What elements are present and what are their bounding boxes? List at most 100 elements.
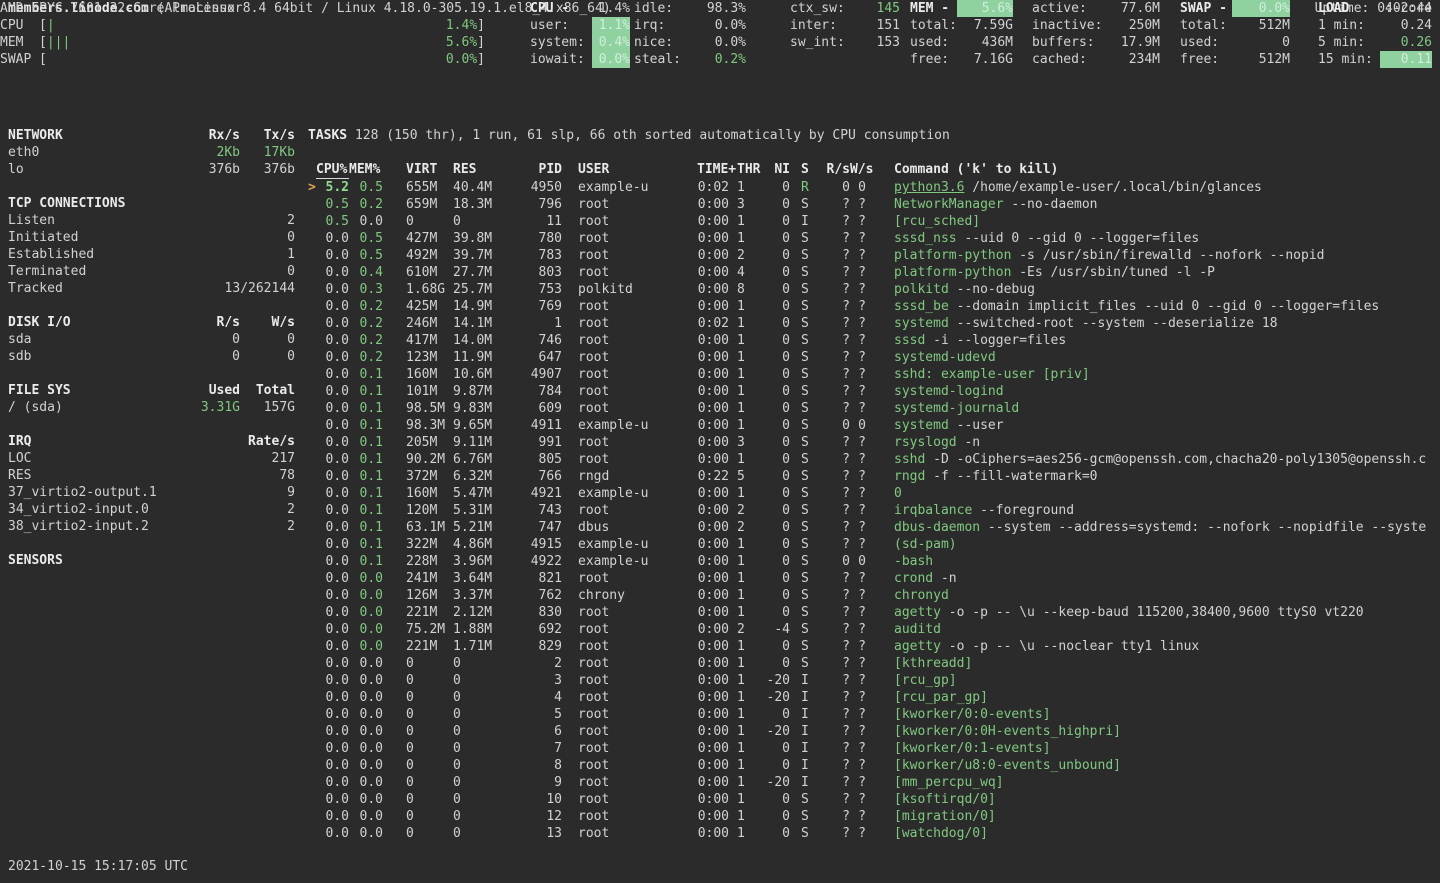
sidebar-row: RES78 — [8, 467, 295, 484]
process-row[interactable]: 0.00.0003root0:001-20I??[rcu_gp] — [308, 672, 1440, 689]
process-row[interactable]: 0.00.5427M39.8M780root0:0010S??sssd_nss … — [308, 230, 1440, 247]
cpu-cell: 0.0 — [316, 689, 349, 706]
state-cell: S — [790, 587, 812, 604]
state-cell: S — [790, 570, 812, 587]
pid-cell: 5 — [500, 706, 562, 723]
mem-cell: 0.5 — [349, 230, 383, 247]
command-name: systemd-journald — [894, 401, 1019, 416]
process-row[interactable]: 0.00.2417M14.0M746root0:0010S??sssd -i -… — [308, 332, 1440, 349]
process-row[interactable]: 0.00.0002root0:0010S??[kthreadd] — [308, 655, 1440, 672]
stat-label: inactive: — [1032, 17, 1106, 34]
process-row[interactable]: 0.00.1228M3.96M4922example-u0:0010S00-ba… — [308, 553, 1440, 570]
process-row[interactable]: 0.50.00011root0:0010I??[rcu_sched] — [308, 213, 1440, 230]
res-cell: 11.9M — [453, 349, 500, 366]
gauge-cpu: CPU[|1.4%] — [0, 17, 485, 34]
nice-cell: 0 — [766, 196, 790, 213]
pid-cell: 13 — [500, 825, 562, 842]
process-row[interactable]: 0.00.1101M9.87M784root0:0010S??systemd-l… — [308, 383, 1440, 400]
virt-cell: 63.1M — [383, 519, 453, 536]
write-cell: ? — [850, 400, 866, 417]
swap-stats-panel: SWAP -0.0%total:512Mused:0free:512M — [1180, 0, 1290, 68]
process-row[interactable]: 0.00.31.68G25.7M753polkitd0:0080S??polki… — [308, 281, 1440, 298]
process-row[interactable]: 0.00.198.3M9.65M4911example-u0:0010S00sy… — [308, 417, 1440, 434]
pid-cell: 766 — [500, 468, 562, 485]
time-cell: 0:00 — [697, 451, 729, 468]
write-cell: ? — [850, 587, 866, 604]
stat-label: system: — [530, 34, 592, 51]
user-cell: root — [562, 400, 697, 417]
write-cell: ? — [850, 604, 866, 621]
process-row[interactable]: 0.00.2246M14.1M1root0:0210S??systemd --s… — [308, 315, 1440, 332]
process-row[interactable]: 0.00.0006root0:001-20I??[kworker/0:0H-ev… — [308, 723, 1440, 740]
cpu-cell: 0.0 — [316, 757, 349, 774]
process-row[interactable]: 0.00.0221M2.12M830root0:0010S??agetty -o… — [308, 604, 1440, 621]
process-row[interactable]: 0.00.1372M6.32M766rngd0:2250S??rngd -f -… — [308, 468, 1440, 485]
selection-cursor — [308, 468, 316, 485]
selection-cursor — [308, 621, 316, 638]
process-row[interactable]: 0.00.00012root0:0010S??[migration/0] — [308, 808, 1440, 825]
process-row[interactable]: 0.00.1160M5.47M4921example-u0:0010S??0 — [308, 485, 1440, 502]
process-row[interactable]: 0.00.0126M3.37M762chrony0:0010S??chronyd — [308, 587, 1440, 604]
process-row[interactable]: 0.00.4610M27.7M803root0:0040S??platform-… — [308, 264, 1440, 281]
sidebar-value1: 3.31G — [168, 399, 240, 416]
process-row[interactable]: 0.00.5492M39.7M783root0:0020S??platform-… — [308, 247, 1440, 264]
process-row[interactable]: 0.00.0004root0:001-20I??[rcu_par_gp] — [308, 689, 1440, 706]
thr-cell: 1 — [729, 689, 766, 706]
process-row[interactable]: 0.00.075.2M1.88M692root0:002-4S??auditd — [308, 621, 1440, 638]
write-cell: ? — [850, 638, 866, 655]
process-row[interactable]: 0.00.0007root0:0010I??[kworker/0:1-event… — [308, 740, 1440, 757]
sidebar-item-name: 37_virtio2-output.1 — [8, 484, 168, 501]
process-row[interactable]: 0.00.1322M4.86M4915example-u0:0010S??(sd… — [308, 536, 1440, 553]
process-row[interactable]: 0.00.0009root0:001-20I??[mm_percpu_wq] — [308, 774, 1440, 791]
process-row[interactable]: >5.20.5655M40.4M4950example-u0:0210R00py… — [308, 179, 1440, 196]
process-row[interactable]: 0.00.0241M3.64M821root0:0010S??crond -n — [308, 570, 1440, 587]
process-row[interactable]: 0.00.1205M9.11M991root0:0030S??rsyslogd … — [308, 434, 1440, 451]
command-name: agetty — [894, 605, 941, 620]
pid-cell: 762 — [500, 587, 562, 604]
col-ni: NI — [766, 161, 790, 179]
selection-cursor — [308, 604, 316, 621]
sidebar-item-name: RES — [8, 467, 168, 484]
virt-cell: 0 — [383, 213, 453, 230]
process-row[interactable]: 0.00.2123M11.9M647root0:0010S??systemd-u… — [308, 349, 1440, 366]
res-cell: 18.3M — [453, 196, 500, 213]
command-name: [kworker/0:1-events] — [894, 741, 1051, 756]
stat-label: LOAD — [1318, 0, 1380, 17]
stat-value: 0.0% — [696, 34, 746, 51]
process-row[interactable]: 0.50.2659M18.3M796root0:0030S??NetworkMa… — [308, 196, 1440, 213]
pid-cell: 3 — [500, 672, 562, 689]
sidebar-row: 37_virtio2-output.19 — [8, 484, 295, 501]
section-title: DISK I/O — [8, 314, 168, 331]
sidebar-value2: 0 — [240, 331, 295, 348]
time-cell: 0:00 — [697, 621, 729, 638]
user-cell: root — [562, 570, 697, 587]
process-row[interactable]: 0.00.190.2M6.76M805root0:0010S??sshd -D … — [308, 451, 1440, 468]
time-cell: 0:00 — [697, 519, 729, 536]
virt-cell: 372M — [383, 468, 453, 485]
process-row[interactable]: 0.00.0005root0:0010I??[kworker/0:0-event… — [308, 706, 1440, 723]
process-row[interactable]: 0.00.1120M5.31M743root0:0020S??irqbalanc… — [308, 502, 1440, 519]
process-row[interactable]: 0.00.198.5M9.83M609root0:0010S??systemd-… — [308, 400, 1440, 417]
process-row[interactable]: 0.00.00013root0:0010S??[watchdog/0] — [308, 825, 1440, 842]
command-args: --no-daemon — [1004, 197, 1098, 212]
state-cell: S — [790, 468, 812, 485]
process-row[interactable]: 0.00.0221M1.71M829root0:0010S??agetty -o… — [308, 638, 1440, 655]
write-cell: ? — [850, 366, 866, 383]
command-cell: [rcu_sched] — [866, 213, 1440, 230]
process-row[interactable]: 0.00.00010root0:0010S??[ksoftirqd/0] — [308, 791, 1440, 808]
read-cell: ? — [812, 655, 850, 672]
process-row[interactable]: 0.00.2425M14.9M769root0:0010S??sssd_be -… — [308, 298, 1440, 315]
process-row[interactable]: 0.00.163.1M5.21M747dbus0:0020S??dbus-dae… — [308, 519, 1440, 536]
virt-cell: 160M — [383, 366, 453, 383]
nice-cell: 0 — [766, 349, 790, 366]
stat-row: total:7.59Ginactive:250M — [910, 17, 1160, 34]
selection-cursor — [308, 417, 316, 434]
process-row[interactable]: 0.00.1160M10.6M4907root0:0010S??sshd: ex… — [308, 366, 1440, 383]
user-cell: root — [562, 604, 697, 621]
col-cpu-sort[interactable]: CPU% — [316, 161, 349, 179]
cpu-cell: 0.0 — [316, 655, 349, 672]
write-cell: ? — [850, 349, 866, 366]
process-row[interactable]: 0.00.0008root0:0010I??[kworker/u8:0-even… — [308, 757, 1440, 774]
virt-cell: 0 — [383, 791, 453, 808]
thr-cell: 1 — [729, 757, 766, 774]
